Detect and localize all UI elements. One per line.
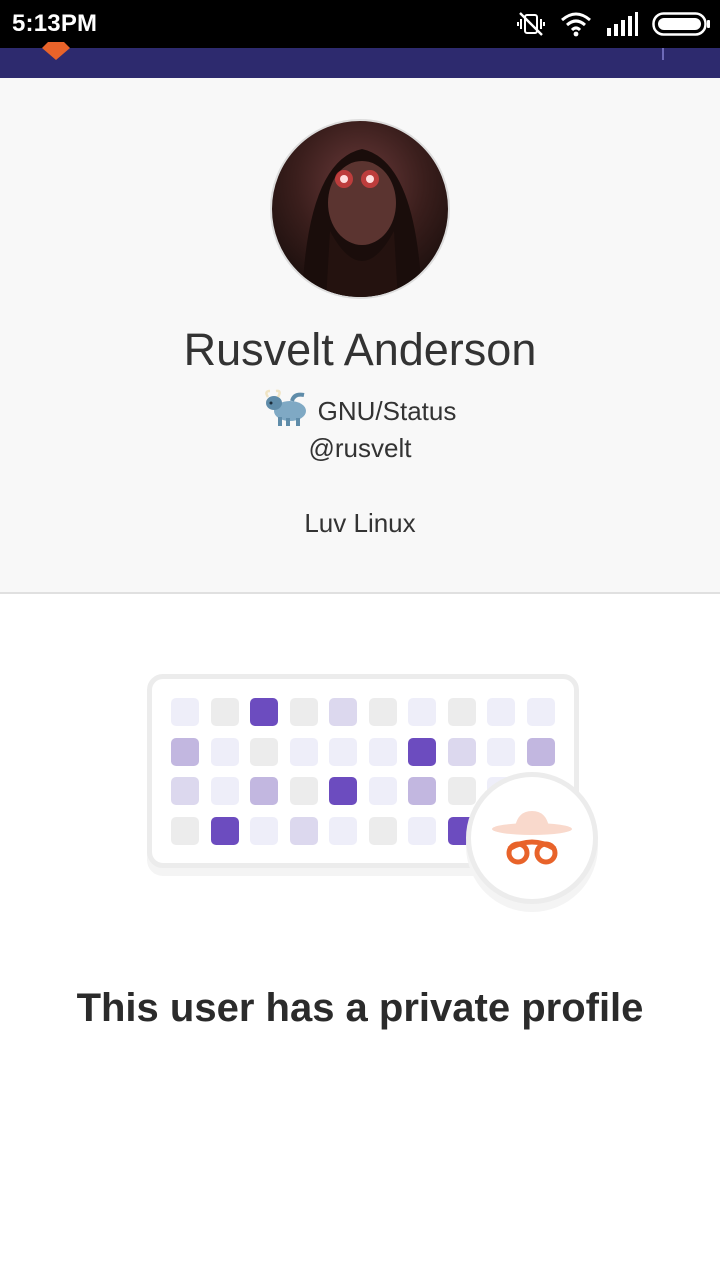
vibrate-off-icon bbox=[516, 9, 546, 39]
grid-cell bbox=[408, 737, 436, 766]
grid-cell bbox=[368, 816, 397, 845]
grid-cell bbox=[171, 816, 199, 845]
grid-cell bbox=[526, 737, 555, 766]
gnu-icon bbox=[264, 389, 310, 434]
grid-cell bbox=[250, 816, 278, 845]
grid-cell bbox=[210, 698, 239, 726]
app-bar bbox=[0, 42, 720, 78]
grid-cell bbox=[250, 698, 278, 726]
private-profile-message: This user has a private profile bbox=[76, 986, 644, 1030]
grid-cell bbox=[329, 698, 357, 726]
grid-cell bbox=[329, 816, 357, 845]
grid-cell bbox=[289, 816, 318, 845]
spy-badge bbox=[466, 772, 598, 904]
status-time: 5:13PM bbox=[12, 10, 98, 37]
grid-cell bbox=[447, 698, 476, 726]
grid-cell bbox=[289, 698, 318, 726]
grid-cell bbox=[289, 737, 318, 766]
app-logo-icon[interactable] bbox=[42, 42, 70, 65]
grid-cell bbox=[250, 737, 278, 766]
grid-cell bbox=[210, 737, 239, 766]
grid-cell bbox=[368, 698, 397, 726]
signal-icon bbox=[606, 12, 638, 36]
grid-cell bbox=[210, 816, 239, 845]
grid-cell bbox=[210, 777, 239, 805]
avatar[interactable] bbox=[270, 119, 450, 299]
app-bar-divider bbox=[662, 48, 664, 60]
profile-status: GNU/Status bbox=[0, 389, 720, 434]
grid-cell bbox=[329, 737, 357, 766]
profile-handle: @rusvelt bbox=[308, 433, 412, 463]
grid-cell bbox=[487, 698, 515, 726]
grid-cell bbox=[171, 698, 199, 726]
grid-cell bbox=[408, 816, 436, 845]
grid-cell bbox=[408, 777, 436, 805]
grid-cell bbox=[250, 777, 278, 805]
wifi-icon bbox=[560, 11, 592, 37]
profile-status-text: GNU/Status bbox=[317, 396, 457, 426]
grid-cell bbox=[408, 698, 436, 726]
grid-cell bbox=[368, 737, 397, 766]
grid-cell bbox=[171, 737, 199, 766]
avatar-image bbox=[302, 149, 422, 297]
grid-cell bbox=[447, 737, 476, 766]
grid-cell bbox=[368, 777, 397, 805]
profile-name: Rusvelt Anderson bbox=[183, 324, 537, 375]
profile-bio: Luv Linux bbox=[304, 508, 416, 538]
grid-cell bbox=[289, 777, 318, 805]
status-icons bbox=[516, 9, 710, 39]
grid-cell bbox=[329, 777, 357, 805]
status-bar: 5:13PM bbox=[0, 0, 720, 48]
profile-header: Rusvelt Anderson GNU/Status @rusvelt Luv… bbox=[0, 78, 720, 594]
grid-cell bbox=[487, 737, 515, 766]
grid-cell bbox=[171, 777, 199, 805]
battery-icon bbox=[652, 12, 710, 36]
grid-cell bbox=[526, 698, 555, 726]
